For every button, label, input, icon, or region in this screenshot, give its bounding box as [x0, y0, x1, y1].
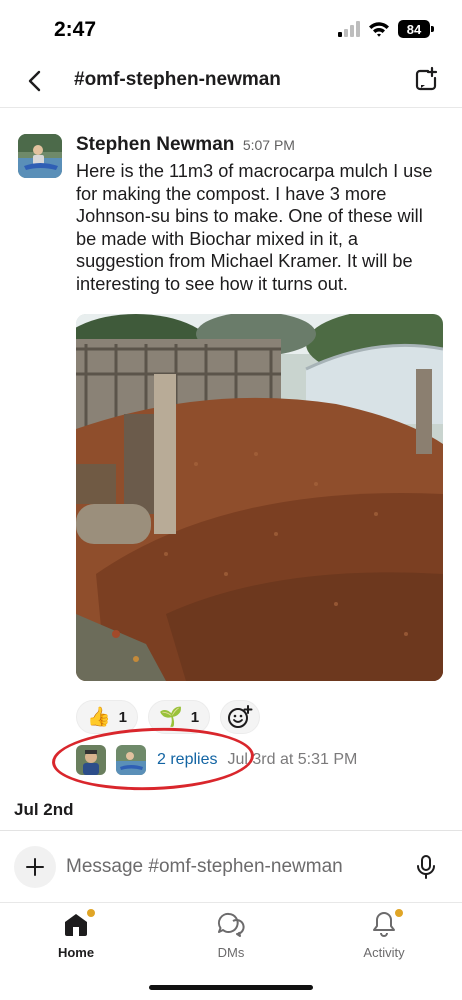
wifi-icon	[369, 22, 389, 37]
home-indicator[interactable]	[149, 985, 313, 990]
avatar-image	[18, 134, 62, 178]
add-reaction-button[interactable]	[220, 700, 261, 734]
message-input[interactable]	[66, 853, 396, 881]
plus-icon	[26, 858, 44, 876]
microphone-icon	[417, 855, 435, 879]
message-time: 5:07 PM	[242, 137, 295, 153]
status-bar: 2:47 84	[0, 0, 462, 60]
compose-icon	[415, 66, 438, 91]
tab-label: DMs	[217, 945, 245, 960]
sender-name[interactable]: Stephen Newman	[76, 134, 234, 155]
tab-label: Home	[57, 945, 95, 960]
tab-activity[interactable]: Activity	[334, 909, 434, 965]
mulch-photo-image	[76, 314, 443, 681]
date-divider: Jul 2nd	[14, 800, 74, 819]
message-text: Here is the 11m3 of macrocarpa mulch I u…	[76, 161, 433, 294]
dms-icon	[216, 909, 246, 939]
message-header: Stephen Newman 5:07 PM	[76, 134, 295, 156]
voice-button[interactable]	[412, 853, 440, 881]
back-button[interactable]	[20, 66, 50, 96]
channel-header: #omf-stephen-newman	[0, 56, 462, 108]
tab-home[interactable]: Home	[26, 909, 126, 965]
message-composer	[0, 830, 462, 902]
home-badge	[87, 909, 95, 917]
status-time: 2:47	[54, 18, 97, 41]
tab-dms[interactable]: DMs	[181, 909, 281, 965]
tab-label: Activity	[363, 945, 405, 960]
home-icon	[61, 909, 95, 939]
attach-button[interactable]	[14, 846, 56, 888]
battery-icon: 84	[398, 20, 434, 38]
reaction-count: 1	[118, 708, 128, 726]
seedling-icon: 🌱	[159, 707, 183, 728]
new-message-button[interactable]	[410, 64, 442, 96]
chevron-left-icon	[28, 70, 41, 92]
status-icons: 84	[338, 20, 434, 38]
activity-badge	[395, 909, 403, 917]
reaction-count: 1	[190, 708, 200, 726]
add-emoji-icon	[228, 705, 253, 728]
avatar[interactable]	[18, 134, 62, 178]
mulch-photo[interactable]	[76, 314, 443, 681]
battery-level: 84	[406, 21, 422, 37]
channel-title[interactable]: #omf-stephen-newman	[74, 69, 281, 91]
cellular-signal-icon	[338, 21, 360, 37]
bell-icon	[369, 909, 403, 939]
thumbs-up-icon: 👍	[87, 707, 111, 728]
highlight-annotation	[50, 724, 256, 794]
